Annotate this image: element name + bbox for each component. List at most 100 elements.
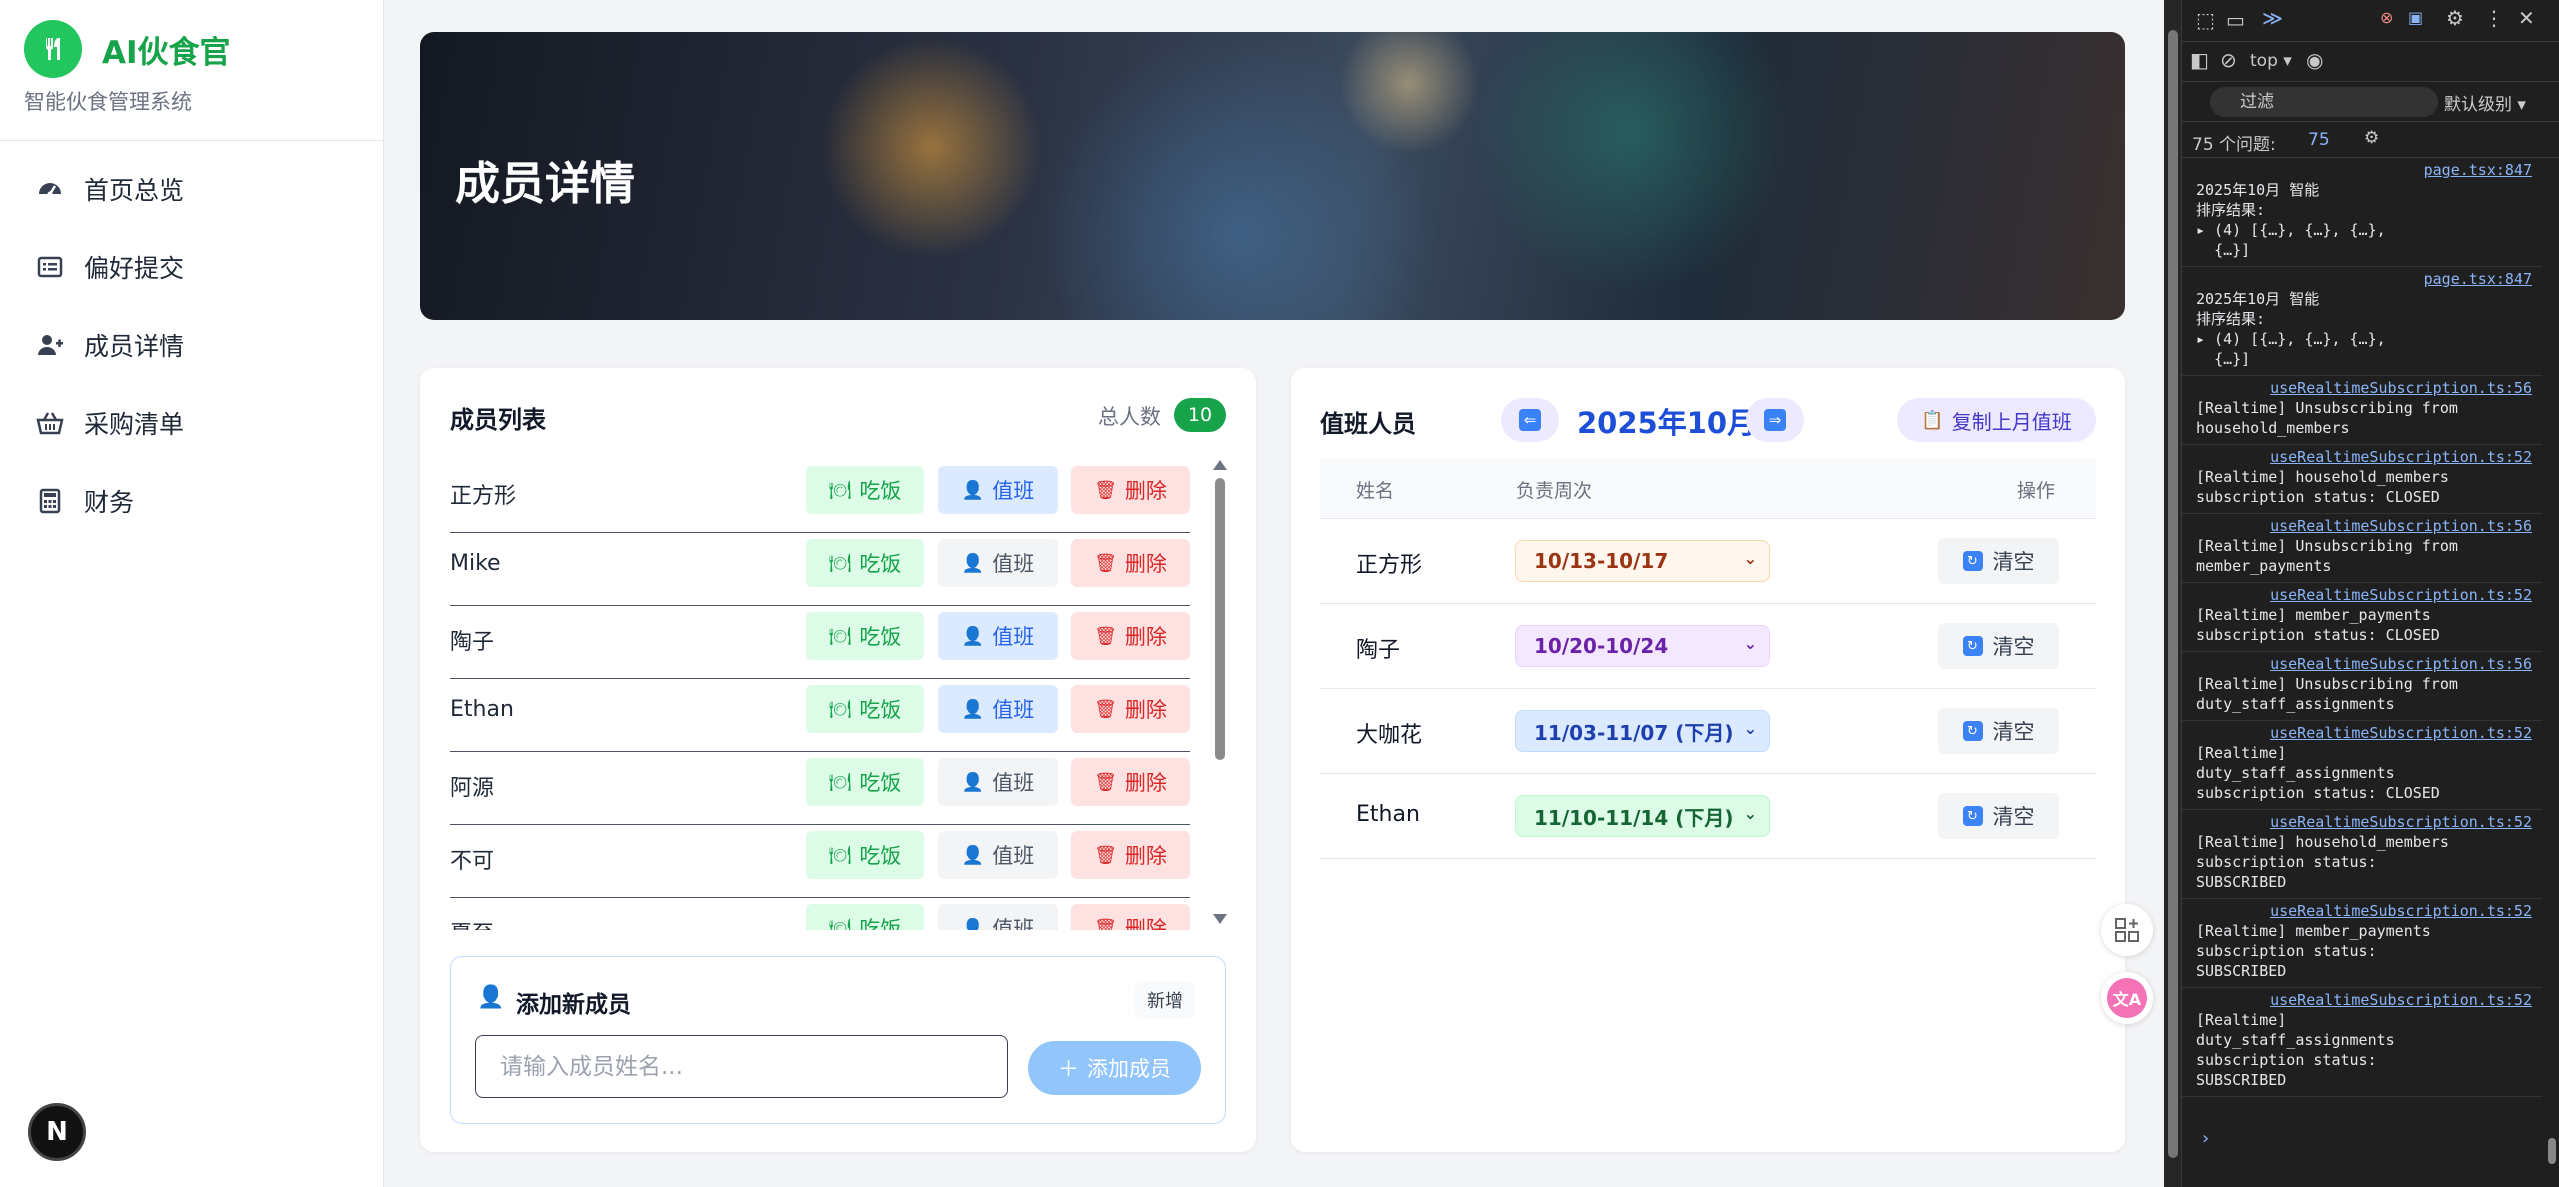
- console-filter-input[interactable]: 过滤: [2210, 87, 2438, 117]
- log-source-link[interactable]: useRealtimeSubscription.ts:52: [2196, 812, 2532, 832]
- member-list-scrollbar[interactable]: [1213, 460, 1227, 930]
- chevron-down-icon: ⌄: [1743, 634, 1757, 653]
- refresh-icon: ↻: [1962, 721, 1983, 741]
- gear-icon[interactable]: ⚙: [2364, 128, 2379, 148]
- clear-console-icon[interactable]: ⊘: [2220, 48, 2237, 72]
- log-source-link[interactable]: useRealtimeSubscription.ts:52: [2196, 990, 2532, 1010]
- refresh-icon: ↻: [1962, 636, 1983, 656]
- nextjs-dev-badge[interactable]: N: [28, 1103, 86, 1161]
- log-source-link[interactable]: page.tsx:847: [2196, 160, 2532, 180]
- member-row: 夏至 🍽 吃饭 👤 值班 🗑 删除: [450, 898, 1190, 930]
- inspect-element-icon[interactable]: ⬚: [2196, 8, 2215, 32]
- trash-icon: 🗑: [1094, 479, 1117, 501]
- delete-member-button[interactable]: 🗑 删除: [1071, 904, 1190, 930]
- week-select[interactable]: 10/13-10/17 ⌄: [1515, 540, 1770, 582]
- sidebar-item-dashboard[interactable]: 首页总览: [0, 150, 384, 228]
- chevron-down-icon: ⌄: [1743, 804, 1757, 823]
- issues-label: 75 个问题:: [2192, 135, 2276, 155]
- week-select[interactable]: 11/10-11/14 (下月) ⌄: [1515, 795, 1770, 837]
- next-month-button[interactable]: ⇒: [1746, 398, 1804, 442]
- sidebar-item-shopping[interactable]: 采购清单: [0, 384, 384, 462]
- log-source-link[interactable]: useRealtimeSubscription.ts:56: [2196, 516, 2532, 536]
- message-icon[interactable]: ▣: [2408, 8, 2423, 27]
- scroll-up-arrow-icon[interactable]: [1213, 460, 1227, 470]
- eye-icon[interactable]: ◉: [2306, 48, 2323, 72]
- duty-toggle-button[interactable]: 👤 值班: [938, 466, 1058, 514]
- eat-toggle-button[interactable]: 🍽 吃饭: [806, 904, 924, 930]
- member-list[interactable]: 正方形 🍽 吃饭 👤 值班 🗑 删除 Mike 🍽 吃饭 👤 值班 🗑 删除 陶子 🍽 吃饭 …: [450, 460, 1190, 930]
- delete-label: 删除: [1124, 698, 1167, 722]
- week-select[interactable]: 11/03-11/07 (下月) ⌄: [1515, 710, 1770, 752]
- sidebar-item-finance[interactable]: 财务: [0, 462, 384, 540]
- duty-toggle-button[interactable]: 👤 值班: [938, 831, 1058, 879]
- duty-toggle-button[interactable]: 👤 值班: [938, 685, 1058, 733]
- duty-toggle-button[interactable]: 👤 值班: [938, 904, 1058, 930]
- page-scrollbar[interactable]: [2164, 0, 2182, 1187]
- apps-add-icon[interactable]: [2101, 904, 2153, 956]
- eat-toggle-button[interactable]: 🍽 吃饭: [806, 612, 924, 660]
- console-log[interactable]: page.tsx:847 2025年10月 智能 排序结果: ▸ (4) [{…}…: [2182, 158, 2542, 1148]
- console-prompt-icon[interactable]: ›: [2200, 1128, 2211, 1149]
- page-scroll-thumb[interactable]: [2168, 30, 2178, 1158]
- eat-label: 吃饭: [859, 771, 902, 795]
- log-source-link[interactable]: useRealtimeSubscription.ts:56: [2196, 378, 2532, 398]
- close-icon[interactable]: ✕: [2518, 6, 2535, 30]
- console-scroll-thumb[interactable]: [2548, 1138, 2556, 1164]
- clear-duty-button[interactable]: ↻ 清空: [1938, 623, 2059, 669]
- delete-member-button[interactable]: 🗑 删除: [1071, 466, 1190, 514]
- duty-row: 正方形 10/13-10/17 ⌄ ↻ 清空: [1320, 519, 2096, 604]
- plate-icon: 🍽: [828, 698, 852, 720]
- sidebar-item-label: 采购清单: [84, 410, 185, 439]
- log-source-link[interactable]: useRealtimeSubscription.ts:56: [2196, 654, 2532, 674]
- trash-icon: 🗑: [1094, 844, 1117, 866]
- eat-toggle-button[interactable]: 🍽 吃饭: [806, 685, 924, 733]
- brand[interactable]: AI伙食官: [24, 20, 231, 78]
- delete-member-button[interactable]: 🗑 删除: [1071, 685, 1190, 733]
- console-tab-icon[interactable]: ≫: [2262, 6, 2283, 30]
- scroll-thumb[interactable]: [1215, 478, 1225, 760]
- app-root: AI伙食官 智能伙食管理系统 首页总览 偏好提交 成员详情 采购清单 财务 N …: [0, 0, 2559, 1187]
- issues-bar[interactable]: 75 个问题: 75 ⚙: [2182, 122, 2559, 158]
- eat-toggle-button[interactable]: 🍽 吃饭: [806, 831, 924, 879]
- log-entry: useRealtimeSubscription.ts:56 [Realtime] …: [2182, 652, 2542, 721]
- sidebar-item-preferences[interactable]: 偏好提交: [0, 228, 384, 306]
- sidebar-item-members[interactable]: 成员详情: [0, 306, 384, 384]
- copy-last-month-button[interactable]: 📋 复制上月值班: [1897, 398, 2096, 442]
- error-icon[interactable]: ⊗: [2380, 8, 2393, 27]
- gear-icon[interactable]: ⚙: [2446, 6, 2464, 30]
- more-vertical-icon[interactable]: ⋮: [2484, 6, 2504, 30]
- delete-member-button[interactable]: 🗑 删除: [1071, 612, 1190, 660]
- clipboard-icon: 📋: [1921, 409, 1944, 431]
- context-select[interactable]: top ▾: [2250, 51, 2292, 71]
- member-name: 正方形: [450, 484, 517, 509]
- log-source-link[interactable]: useRealtimeSubscription.ts:52: [2196, 901, 2532, 921]
- delete-member-button[interactable]: 🗑 删除: [1071, 831, 1190, 879]
- clear-duty-button[interactable]: ↻ 清空: [1938, 538, 2059, 584]
- log-level-select[interactable]: 默认级别 ▾: [2444, 90, 2526, 115]
- translate-icon[interactable]: 文A: [2101, 972, 2153, 1024]
- eat-toggle-button[interactable]: 🍽 吃饭: [806, 466, 924, 514]
- duty-toggle-button[interactable]: 👤 值班: [938, 758, 1058, 806]
- member-name-input[interactable]: [475, 1035, 1008, 1098]
- week-select[interactable]: 10/20-10/24 ⌄: [1515, 625, 1770, 667]
- log-source-link[interactable]: useRealtimeSubscription.ts:52: [2196, 447, 2532, 467]
- scroll-down-arrow-icon[interactable]: [1213, 914, 1227, 924]
- console-scrollbar[interactable]: [2544, 158, 2559, 1187]
- log-source-link[interactable]: useRealtimeSubscription.ts:52: [2196, 723, 2532, 743]
- duty-toggle-button[interactable]: 👤 值班: [938, 539, 1058, 587]
- delete-member-button[interactable]: 🗑 删除: [1071, 539, 1190, 587]
- eat-toggle-button[interactable]: 🍽 吃饭: [806, 758, 924, 806]
- duty-toggle-button[interactable]: 👤 值班: [938, 612, 1058, 660]
- device-toggle-icon[interactable]: ▭: [2226, 8, 2245, 32]
- sidebar-toggle-icon[interactable]: ◧: [2190, 48, 2209, 72]
- week-value: 10/20-10/24: [1534, 634, 1669, 658]
- eat-toggle-button[interactable]: 🍽 吃饭: [806, 539, 924, 587]
- delete-label: 删除: [1124, 625, 1167, 649]
- delete-member-button[interactable]: 🗑 删除: [1071, 758, 1190, 806]
- prev-month-button[interactable]: ⇐: [1501, 398, 1559, 442]
- clear-duty-button[interactable]: ↻ 清空: [1938, 793, 2059, 839]
- log-source-link[interactable]: useRealtimeSubscription.ts:52: [2196, 585, 2532, 605]
- add-member-button[interactable]: ＋ 添加成员: [1028, 1041, 1201, 1095]
- log-source-link[interactable]: page.tsx:847: [2196, 269, 2532, 289]
- clear-duty-button[interactable]: ↻ 清空: [1938, 708, 2059, 754]
